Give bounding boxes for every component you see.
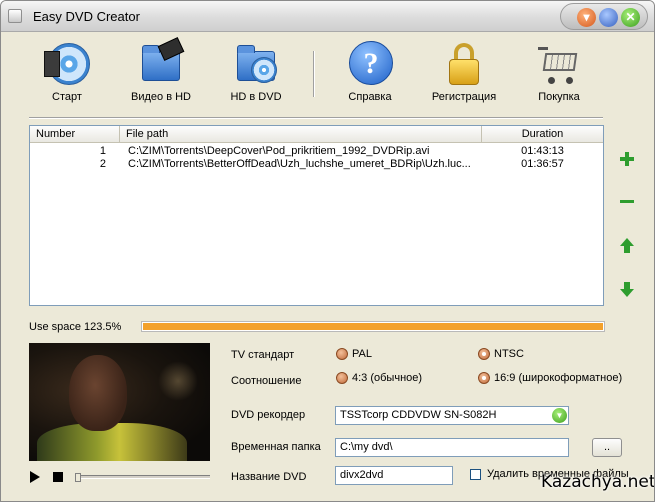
toolbar-separator: [313, 51, 315, 97]
browse-button[interactable]: ..: [592, 438, 622, 457]
table-row[interactable]: 2 C:\ZIM\Torrents\BetterOffDead\Uzh_luch…: [30, 158, 603, 171]
row-path: C:\ZIM\Torrents\DeepCover\Pod_prikritiem…: [128, 145, 430, 157]
minus-icon[interactable]: [618, 193, 636, 211]
register-button[interactable]: Регистрация: [424, 41, 504, 103]
folder-disc-icon: [233, 41, 279, 87]
hd-to-dvd-label: HD в DVD: [230, 91, 282, 103]
arrow-up-icon[interactable]: [618, 237, 636, 255]
column-number[interactable]: Number: [30, 126, 120, 143]
title-bar[interactable]: Easy DVD Creator ▾ ✕: [1, 1, 654, 32]
delete-temp-checkbox[interactable]: [470, 469, 481, 480]
cart-icon: [536, 41, 582, 87]
use-space-progress: [141, 321, 605, 332]
help-icon: ?: [347, 41, 393, 87]
start-button[interactable]: Старт: [27, 41, 107, 103]
aspect-43-label: 4:3 (обычное): [352, 372, 423, 384]
lock-icon: [441, 41, 487, 87]
ntsc-radio[interactable]: [478, 348, 490, 360]
table-row[interactable]: 1 C:\ZIM\Torrents\DeepCover\Pod_prikriti…: [30, 145, 603, 158]
file-list[interactable]: Number File path Duration 1 C:\ZIM\Torre…: [29, 125, 604, 306]
seek-thumb[interactable]: [75, 473, 81, 482]
seek-slider[interactable]: [75, 473, 210, 482]
row-number: 1: [99, 145, 106, 157]
use-space-progress-fill: [143, 323, 603, 330]
tv-standard-label: TV стандарт: [231, 349, 295, 361]
row-duration: 01:36:57: [521, 158, 564, 170]
column-file-path[interactable]: File path: [120, 126, 482, 143]
aspect-169-radio[interactable]: [478, 372, 490, 384]
register-label: Регистрация: [431, 91, 497, 103]
minimize-button[interactable]: ▾: [577, 8, 596, 27]
dvd-name-label: Название DVD: [231, 471, 307, 483]
app-window: Easy DVD Creator ▾ ✕ Старт Видео в HD HD…: [0, 0, 655, 502]
recorder-select[interactable]: TSSTcorp CDDVDW SN-S082H ▼: [335, 406, 569, 425]
hd-to-dvd-button[interactable]: HD в DVD: [216, 41, 296, 103]
row-path: C:\ZIM\Torrents\BetterOffDead\Uzh_luchsh…: [128, 158, 471, 170]
video-to-hd-button[interactable]: Видео в HD: [121, 37, 201, 103]
toolbar: Старт Видео в HD HD в DVD ? Справка Реги…: [1, 37, 654, 117]
dvd-name-input[interactable]: divx2dvd: [335, 466, 453, 485]
help-label: Справка: [348, 91, 392, 103]
use-space-label: Use space 123.5%: [29, 321, 122, 333]
ntsc-label: NTSC: [494, 348, 524, 360]
file-list-header: Number File path Duration: [30, 126, 603, 143]
maximize-button[interactable]: [599, 8, 618, 27]
recorder-value: TSSTcorp CDDVDW SN-S082H: [340, 409, 497, 421]
plus-icon[interactable]: [618, 150, 636, 168]
pal-label: PAL: [352, 348, 372, 360]
play-icon[interactable]: [30, 471, 40, 483]
disc-film-icon: [44, 41, 90, 87]
row-duration: 01:43:13: [521, 145, 564, 157]
video-to-hd-label: Видео в HD: [131, 91, 191, 103]
column-duration[interactable]: Duration: [482, 126, 603, 143]
buy-button[interactable]: Покупка: [519, 41, 599, 103]
aspect-label: Соотношение: [231, 375, 302, 387]
watermark: Kazachya.net: [541, 472, 655, 492]
window-controls: ▾ ✕: [560, 3, 648, 30]
pal-radio[interactable]: [336, 348, 348, 360]
stop-icon[interactable]: [53, 472, 63, 482]
start-label: Старт: [52, 91, 82, 103]
app-icon: [8, 9, 22, 23]
aspect-169-label: 16:9 (широкоформатное): [494, 372, 623, 384]
arrow-down-icon[interactable]: [618, 280, 636, 298]
temp-folder-label: Временная папка: [231, 441, 321, 453]
recorder-label: DVD рекордер: [231, 409, 306, 421]
aspect-43-radio[interactable]: [336, 372, 348, 384]
folder-film-icon: [138, 37, 185, 87]
video-preview: [29, 343, 210, 461]
buy-label: Покупка: [538, 91, 580, 103]
toolbar-divider: [29, 117, 603, 119]
window-title: Easy DVD Creator: [33, 9, 140, 24]
chevron-down-icon[interactable]: ▼: [552, 408, 567, 423]
row-number: 2: [99, 158, 106, 170]
temp-folder-input[interactable]: C:\my dvd\: [335, 438, 569, 457]
close-button[interactable]: ✕: [621, 8, 640, 27]
help-button[interactable]: ? Справка: [330, 41, 410, 103]
